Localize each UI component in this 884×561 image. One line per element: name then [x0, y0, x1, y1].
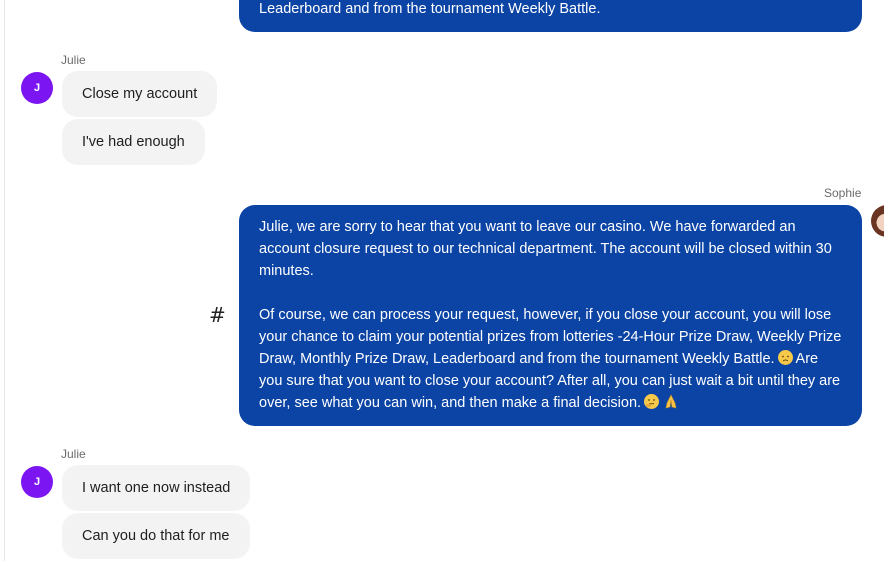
user-avatar: J	[21, 466, 53, 498]
thinking-face-emoji	[644, 394, 660, 409]
user-message: I've had enough	[62, 119, 205, 165]
sender-name: Julie	[61, 53, 86, 67]
agent-avatar	[871, 205, 884, 237]
agent-name: Sophie	[824, 186, 862, 200]
disappointed-face-emoji	[777, 350, 793, 365]
user-message: I want one now instead	[62, 465, 251, 511]
user-message: Can you do that for me	[62, 513, 250, 559]
user-message-text: Close my account	[82, 86, 198, 102]
agent-message-text: Leaderboard and from the tournament Week…	[259, 1, 601, 17]
agent-paragraph: Of course, we can process your request, …	[259, 304, 842, 414]
agent-message-partial: Leaderboard and from the tournament Week…	[239, 0, 862, 32]
folded-hands-emoji	[665, 394, 677, 409]
agent-paragraph-text: Of course, we can process your request, …	[259, 307, 842, 367]
chat-left-border	[4, 0, 5, 561]
sender-name: Julie	[61, 447, 86, 461]
user-message: Close my account	[62, 71, 218, 117]
agent-paragraph: Julie, we are sorry to hear that you wan…	[259, 219, 832, 279]
user-message-text: I've had enough	[82, 134, 185, 150]
agent-message: Julie, we are sorry to hear that you wan…	[239, 205, 862, 426]
hash-icon[interactable]: #	[209, 303, 226, 327]
user-message-text: I want one now instead	[82, 480, 231, 496]
user-message-text: Can you do that for me	[82, 528, 230, 544]
user-avatar: J	[21, 72, 53, 104]
